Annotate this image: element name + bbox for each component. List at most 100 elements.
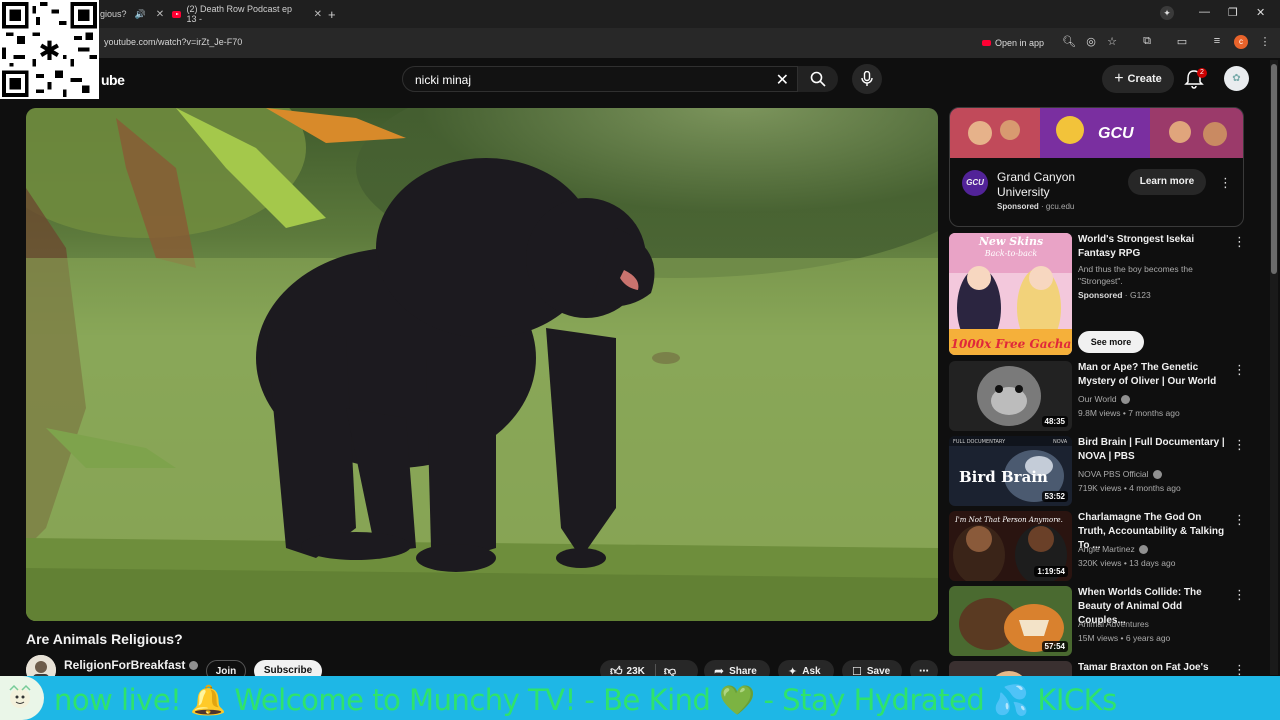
thumbnail-text: 1000x Free Gacha (951, 337, 1072, 351)
video-title[interactable]: Man or Ape? The Genetic Mystery of Olive… (1078, 361, 1228, 389)
video-frame-chimpanzee (26, 108, 938, 621)
ad-description: And thus the boy becomes the "Strongest"… (1078, 264, 1193, 286)
item-menu-icon[interactable]: ⋮ (1233, 235, 1246, 248)
search-input[interactable]: nicki minaj (415, 73, 471, 87)
extensions-icon[interactable]: ⧉ (1140, 35, 1154, 48)
tab-label: (2) Death Row Podcast ep 13 - (186, 4, 293, 24)
search-box[interactable]: nicki minaj ✕ (402, 66, 798, 92)
voice-search-button[interactable] (852, 64, 882, 94)
item-menu-icon[interactable]: ⋮ (1233, 663, 1246, 676)
ticker-text: now live! 🔔 Welcome to Munchy TV! - Be K… (54, 683, 1117, 717)
close-window-icon[interactable]: ✕ (1256, 6, 1265, 19)
duration-badge: 53:52 (1041, 491, 1068, 502)
verified-icon (1120, 395, 1130, 405)
thumbnail[interactable]: New Skins Back-to-back 1000x Free Gacha (949, 233, 1072, 355)
cast-icon[interactable]: ▭ (1175, 35, 1189, 48)
thumbnail-text: FULL DOCUMENTARY (953, 439, 1006, 445)
open-in-app-button[interactable]: Open in app (982, 36, 1044, 50)
thumbnail[interactable]: I'm Not That Person Anymore. 1:19:54 (949, 511, 1072, 581)
plus-icon: + (1114, 70, 1124, 87)
browser-profile-avatar[interactable]: c (1234, 35, 1248, 49)
thumbnail[interactable] (949, 661, 1072, 676)
duration-badge: 48:35 (1041, 416, 1068, 427)
ad-sponsor-line: Sponsored · G123 (1078, 289, 1151, 301)
list-item[interactable]: 57:54 When Worlds Collide: The Beauty of… (949, 586, 1239, 656)
video-title[interactable]: Bird Brain | Full Documentary | NOVA | P… (1078, 436, 1228, 464)
ad-sponsor-line: Sponsored · gcu.edu (997, 202, 1074, 211)
clear-search-icon[interactable]: ✕ (776, 70, 789, 90)
video-title[interactable]: World's Strongest Isekai Fantasy RPG (1078, 233, 1223, 261)
url-field[interactable]: youtube.com/watch?v=irZt_Je-F70 (104, 37, 242, 47)
channel-name[interactable]: Our World (1078, 393, 1130, 405)
thumbnail-text: Bird Brain (959, 468, 1048, 486)
ad-source: · G123 (1124, 290, 1151, 300)
bookmark-star-icon[interactable]: ☆ (1105, 35, 1119, 48)
thumbnail-text: NOVA (1053, 439, 1068, 445)
tab-label: gious? (100, 9, 127, 19)
share-label: Share (729, 665, 757, 677)
list-item[interactable]: 48:35 Man or Ape? The Genetic Mystery of… (949, 361, 1239, 431)
ad-domain: · gcu.edu (1041, 202, 1075, 211)
sparkle-icon[interactable]: ✦ (1160, 6, 1174, 20)
list-item[interactable]: I'm Not That Person Anymore. 1:19:54 Cha… (949, 511, 1239, 581)
notification-count-badge: 2 (1197, 68, 1207, 78)
account-avatar[interactable]: ✿ (1224, 66, 1249, 91)
learn-more-button[interactable]: Learn more (1128, 169, 1206, 195)
create-button[interactable]: + Create (1102, 65, 1174, 93)
eye-off-icon[interactable]: ◎ (1084, 35, 1098, 48)
list-item[interactable]: Tamar Braxton on Fat Joe's (949, 661, 1239, 676)
video-stats: 15M views • 6 years ago (1078, 633, 1171, 643)
duration-badge: 1:19:54 (1034, 566, 1068, 577)
video-player[interactable] (26, 108, 938, 621)
streamer-avatar (0, 676, 44, 720)
microphone-icon (861, 71, 873, 86)
item-menu-icon[interactable]: ⋮ (1233, 363, 1246, 376)
ad-menu-icon[interactable]: ⋮ (1219, 176, 1232, 189)
verified-icon (189, 661, 199, 671)
ad-banner-text: GCU (1098, 125, 1134, 142)
verified-icon (1152, 470, 1162, 480)
tab-current[interactable]: gious? 🔊 ✕ (100, 4, 164, 24)
youtube-icon (982, 40, 991, 46)
channel-name[interactable]: NOVA PBS Official (1078, 468, 1162, 480)
item-menu-icon[interactable]: ⋮ (1233, 438, 1246, 451)
speaker-icon[interactable]: 🔊 (135, 9, 146, 20)
ad-title[interactable]: Grand Canyon University (997, 170, 1107, 200)
create-label: Create (1127, 73, 1162, 85)
search-icon (810, 71, 826, 87)
item-menu-icon[interactable]: ⋮ (1233, 588, 1246, 601)
thumbnail[interactable]: 57:54 (949, 586, 1072, 656)
channel-name[interactable]: Angie Martinez (1078, 543, 1148, 555)
scrollbar-thumb[interactable] (1271, 64, 1277, 274)
video-stats: 719K views • 4 months ago (1078, 483, 1181, 493)
close-icon[interactable]: ✕ (314, 9, 322, 20)
reading-list-icon[interactable]: ≡ (1210, 35, 1224, 47)
youtube-logo[interactable]: ube (101, 72, 125, 88)
qr-code: ✱ (0, 0, 99, 99)
zoom-icon[interactable]: 🔍︎ (1062, 35, 1076, 48)
video-stats: 320K views • 13 days ago (1078, 558, 1176, 568)
ad-banner-image: GCU (950, 108, 1243, 158)
browser-menu-icon[interactable]: ⋮ (1258, 35, 1272, 48)
see-more-button[interactable]: See more (1078, 331, 1144, 353)
channel-name-text: ReligionForBreakfast (64, 658, 186, 672)
open-in-app-label: Open in app (995, 38, 1045, 48)
list-item[interactable]: FULL DOCUMENTARY NOVA Bird Brain 53:52 B… (949, 436, 1239, 506)
stream-ticker-banner: now live! 🔔 Welcome to Munchy TV! - Be K… (0, 676, 1280, 720)
video-title[interactable]: Tamar Braxton on Fat Joe's (1078, 661, 1228, 675)
channel-name[interactable]: ReligionForBreakfast (64, 658, 199, 672)
youtube-favicon-icon (172, 10, 182, 18)
item-menu-icon[interactable]: ⋮ (1233, 513, 1246, 526)
sponsored-ad-card[interactable]: GCU (949, 107, 1244, 227)
thumbnail-text: Back-to-back (984, 249, 1038, 258)
new-tab-button[interactable]: + (328, 4, 336, 24)
thumbnail[interactable]: 48:35 (949, 361, 1072, 431)
thumbnail[interactable]: FULL DOCUMENTARY NOVA Bird Brain 53:52 (949, 436, 1072, 506)
tab-death-row-podcast[interactable]: (2) Death Row Podcast ep 13 - ✕ (172, 4, 322, 24)
minimize-icon[interactable]: — (1199, 6, 1210, 18)
channel-name[interactable]: Animal Adventures (1078, 618, 1149, 630)
like-count[interactable]: 23K (627, 666, 645, 677)
maximize-icon[interactable]: ❐ (1228, 6, 1238, 19)
search-button[interactable] (798, 66, 838, 92)
close-icon[interactable]: ✕ (156, 9, 164, 20)
